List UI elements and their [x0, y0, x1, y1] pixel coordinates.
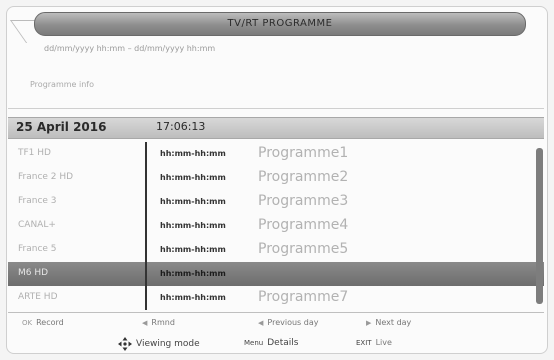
legend-details: Menu Details	[244, 338, 298, 348]
legend-remind: ◀ Rmnd	[142, 318, 175, 327]
programme-title: Programme1	[258, 145, 349, 161]
channel-row[interactable]: ARTE HD hh:mm-hh:mm Programme7	[8, 286, 544, 310]
channel-row-selected[interactable]: M6 HD hh:mm-hh:mm	[8, 262, 544, 286]
programme-time: hh:mm-hh:mm	[160, 173, 226, 182]
legend-viewing-mode: Viewing mode	[118, 337, 200, 351]
current-time: 17:06:13	[156, 120, 206, 133]
programme-title: Programme2	[258, 169, 349, 185]
legend-label: Rmnd	[151, 318, 175, 327]
next-key-icon: ▶	[366, 318, 372, 327]
channel-row[interactable]: France 2 HD hh:mm-hh:mm Programme2	[8, 166, 544, 190]
channel-name: CANAL+	[18, 220, 56, 230]
programme-title: Programme3	[258, 193, 349, 209]
left-key-icon: ◀	[142, 318, 148, 327]
legend-label: Viewing mode	[136, 339, 200, 349]
legend-record: OK Record	[22, 318, 64, 327]
legend-label: Next day	[375, 318, 412, 327]
channel-name: France 3	[18, 196, 57, 206]
current-date: 25 April 2016	[16, 120, 107, 134]
channel-list: TF1 HD hh:mm-hh:mm Programme1 France 2 H…	[8, 142, 544, 310]
legend-label: Previous day	[267, 318, 319, 327]
legend-previous-day: ◀ Previous day	[258, 318, 318, 327]
legend-label: Record	[36, 318, 64, 327]
divider-line	[8, 108, 544, 109]
programme-time: hh:mm-hh:mm	[160, 293, 226, 302]
programme-info: Programme info	[30, 80, 95, 89]
menu-key-icon: Menu	[244, 339, 264, 347]
legend-live: EXIT Live	[356, 338, 392, 347]
window-title: TV/RT PROGRAMME	[34, 12, 526, 36]
legend-label: Details	[267, 338, 299, 348]
date-range: dd/mm/yyyy hh:mm – dd/mm/yyyy hh:mm	[44, 44, 216, 53]
date-time-bar: 25 April 2016 17:06:13	[8, 117, 544, 139]
programme-title: Programme7	[258, 289, 349, 305]
legend-next-day: ▶ Next day	[366, 318, 411, 327]
programme-time: hh:mm-hh:mm	[160, 221, 226, 230]
programme-time: hh:mm-hh:mm	[160, 149, 226, 158]
programme-title: Programme4	[258, 217, 349, 233]
scrollbar[interactable]	[536, 148, 543, 304]
channel-name: TF1 HD	[18, 148, 51, 158]
channel-row[interactable]: CANAL+ hh:mm-hh:mm Programme4	[8, 214, 544, 238]
channel-row[interactable]: TF1 HD hh:mm-hh:mm Programme1	[8, 142, 544, 166]
channel-name: France 5	[18, 244, 57, 254]
previous-key-icon: ◀	[258, 318, 264, 327]
channel-row[interactable]: France 3 hh:mm-hh:mm Programme3	[8, 190, 544, 214]
programme-time: hh:mm-hh:mm	[160, 197, 226, 206]
column-divider	[145, 142, 147, 310]
footer-divider	[8, 312, 544, 313]
programme-time: hh:mm-hh:mm	[160, 269, 226, 278]
channel-name: France 2 HD	[18, 172, 74, 182]
ok-key-icon: OK	[22, 318, 33, 327]
channel-row[interactable]: France 5 hh:mm-hh:mm Programme5	[8, 238, 544, 262]
programme-time: hh:mm-hh:mm	[160, 245, 226, 254]
channel-name: ARTE HD	[18, 292, 58, 302]
programme-title: Programme5	[258, 241, 349, 257]
channel-name: M6 HD	[18, 268, 49, 278]
exit-key-icon: EXIT	[356, 338, 372, 347]
dpad-icon	[118, 337, 132, 351]
legend-label: Live	[375, 338, 392, 347]
